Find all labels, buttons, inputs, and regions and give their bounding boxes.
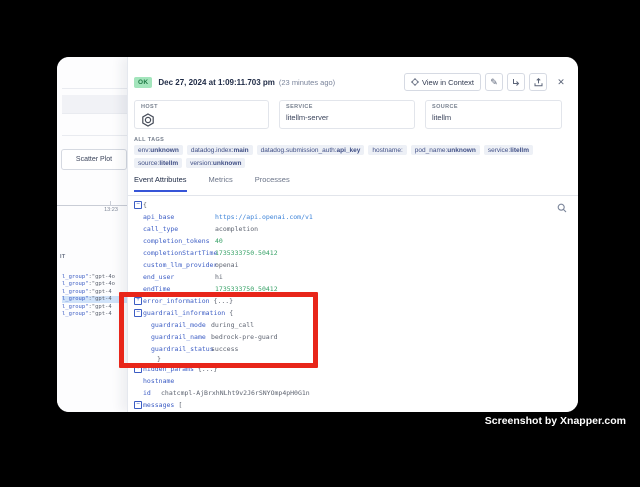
app-window: Scatter Plot 13:23 IT l_group":"gpt-4o l… [57,57,578,412]
time-axis-tick [110,201,111,205]
json-row-custom-llm-provider: custom_llm_provideropenai [134,259,575,271]
json-row-end-user: end_userhi [134,271,575,283]
view-in-context-label: View in Context [422,78,474,87]
tag[interactable]: env:unknown [134,145,183,155]
relative-time: (23 minutes ago) [279,78,335,87]
tag[interactable]: hostname: [368,145,406,155]
view-in-context-button[interactable]: View in Context [404,73,481,91]
tag[interactable]: service:litellm [484,145,533,155]
json-row-completion-start-time: completionStartTime1735333750.50412 [134,247,575,259]
time-axis-label: 13:23 [95,207,127,213]
group-list: l_group":"gpt-4o l_group":"gpt-4o l_grou… [62,273,127,318]
scatter-plot-button[interactable]: Scatter Plot [61,149,127,170]
host-label: HOST [141,104,262,110]
tab-bar: Event Attributes Metrics Processes [134,175,290,192]
close-button[interactable]: ✕ [551,74,571,90]
underlying-page-strip: Scatter Plot 13:23 IT l_group":"gpt-4o l… [57,57,127,412]
scope-icon [411,78,419,86]
json-row-messages: − messages[ [134,399,575,411]
highlight-rectangle [119,292,318,368]
list-item[interactable]: l_group":"gpt-4 [62,311,127,319]
json-row-api-base: api_basehttps://api.openai.com/v1 [134,211,575,223]
list-item[interactable]: l_group":"gpt-4 [62,288,127,296]
export-button[interactable] [529,73,547,91]
list-item[interactable]: l_group":"gpt-4o [62,281,127,289]
list-item[interactable]: l_group":"gpt-4o [62,273,127,281]
scatter-plot-label: Scatter Plot [76,156,112,163]
list-row-highlight [62,95,127,113]
json-row-hostname: hostname [134,375,575,387]
tag[interactable]: source:litellm [134,158,182,168]
divider [62,113,127,114]
tag[interactable]: version:unknown [186,158,245,168]
host-hexagon-icon [141,113,262,127]
all-tags-label: ALL TAGS [134,137,164,143]
source-value: litellm [432,113,555,122]
status-badge: OK [134,77,152,88]
source-box[interactable]: SOURCE litellm [425,100,562,129]
host-box[interactable]: HOST [134,100,269,129]
service-label: SERVICE [286,104,408,110]
tag[interactable]: datadog.submission_auth:api_key [257,145,365,155]
table-column-header-partial: IT [60,254,66,260]
time-axis [57,205,127,206]
tag[interactable]: pod_name:unknown [411,145,480,155]
json-row-completion-tokens: completion_tokens40 [134,235,575,247]
source-label: SOURCE [432,104,555,110]
json-row-call-type: call_typeacompletion [134,223,575,235]
tag[interactable]: datadog.index:main [187,145,253,155]
close-icon: ✕ [557,78,565,87]
share-icon [534,78,543,87]
edit-button[interactable]: ✎ [485,73,503,91]
xnapper-watermark: Screenshot by Xnapper.com [485,415,626,427]
event-timestamp: Dec 27, 2024 at 1:09:11.703 pm [158,78,275,87]
tab-processes[interactable]: Processes [255,175,290,192]
collapse-icon[interactable]: − [134,201,142,209]
collapse-icon[interactable]: − [134,401,142,409]
tab-metrics[interactable]: Metrics [209,175,233,192]
json-root-row: − { [134,199,575,211]
tab-bar-divider [128,195,578,196]
divider [62,88,127,89]
info-boxes: HOST SERVICE litellm-server SOURCE litel… [134,100,562,129]
pencil-icon: ✎ [490,78,498,87]
json-row-id: idchatcmpl-AjBrxhNLht9v2J6rSNYOmp4pH0G1n [134,387,575,399]
header-actions: View in Context ✎ ✕ [404,73,571,91]
divider [62,135,127,136]
tab-event-attributes[interactable]: Event Attributes [134,175,187,192]
trace-icon [512,78,521,87]
api-base-link[interactable]: https://api.openai.com/v1 [215,213,313,221]
list-item-selected[interactable]: l_group":"gpt-4 [62,296,127,304]
tag-list: env:unknown datadog.index:main datadog.s… [134,145,536,168]
list-item[interactable]: l_group":"gpt-4 [62,303,127,311]
related-logs-button[interactable] [507,73,525,91]
service-value: litellm-server [286,113,408,122]
panel-header: OK Dec 27, 2024 at 1:09:11.703 pm (23 mi… [134,71,571,93]
service-box[interactable]: SERVICE litellm-server [279,100,415,129]
